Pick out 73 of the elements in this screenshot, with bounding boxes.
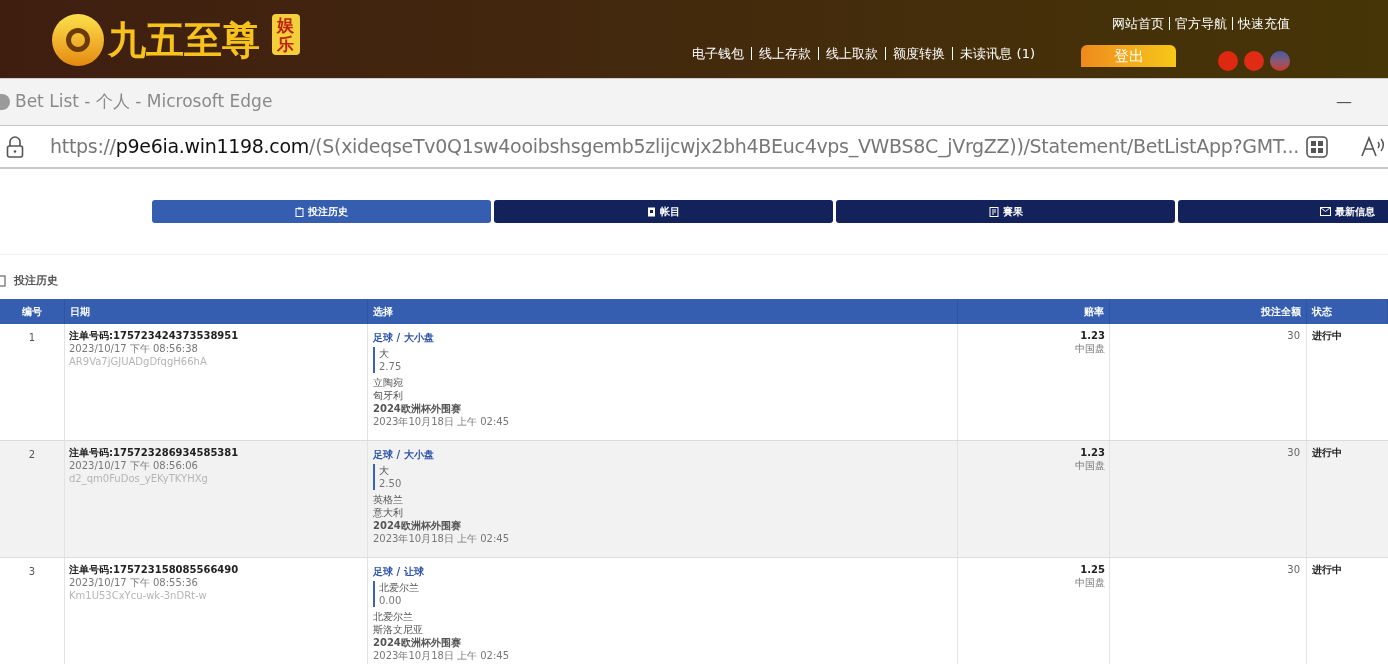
document-icon: [988, 206, 999, 217]
row-number: 3: [28, 566, 36, 577]
flag-icon[interactable]: [1244, 51, 1264, 71]
nav-link[interactable]: 线上存款: [759, 43, 812, 63]
bet-status: 进行中: [1312, 564, 1342, 575]
line-value: 0.00: [379, 594, 402, 607]
bet-status: 进行中: [1312, 330, 1342, 341]
bet-status: 进行中: [1312, 447, 1342, 458]
logo-badge: 娱乐: [272, 14, 300, 56]
stake-amount: 30: [1287, 563, 1300, 576]
minimize-button[interactable]: —: [1336, 90, 1352, 114]
stake-amount: 30: [1287, 446, 1300, 459]
match-time: 2023年10月18日 上午 02:45: [373, 649, 510, 662]
odds-value: 1.23: [1080, 329, 1105, 342]
app-grid-icon[interactable]: [1306, 135, 1328, 158]
home-team: 英格兰: [373, 493, 403, 506]
lock-icon: [6, 135, 24, 158]
league-name: 2024欧洲杯外围赛: [373, 402, 461, 415]
nav-link[interactable]: 额度转换: [893, 43, 946, 63]
book-icon: [647, 206, 656, 217]
nav-tab[interactable]: 投注历史: [152, 200, 491, 223]
away-team: 意大利: [373, 506, 403, 519]
odds-type: 中国盘: [1075, 459, 1105, 472]
header-link[interactable]: 官方导航: [1175, 14, 1227, 34]
odds-value: 1.23: [1080, 446, 1105, 459]
nav-tab[interactable]: 賽果: [836, 200, 1175, 223]
odds-type: 中国盘: [1075, 576, 1105, 589]
bet-datetime: 2023/10/17 下午 08:55:36: [69, 576, 198, 589]
away-team: 斯洛文尼亚: [373, 623, 423, 636]
market-label: 足球 / 大小盘: [373, 331, 434, 344]
line-value: 2.75: [379, 360, 402, 373]
league-name: 2024欧洲杯外围赛: [373, 636, 461, 649]
row-number: 1: [28, 332, 36, 343]
home-team: 立陶宛: [373, 376, 403, 389]
odds-type: 中国盘: [1075, 342, 1105, 355]
pick-text: 大: [379, 464, 389, 477]
nav-tab[interactable]: 最新信息: [1178, 200, 1388, 223]
stake-amount: 30: [1287, 329, 1300, 342]
row-number: 2: [28, 449, 36, 460]
logo-text: 九五至尊: [108, 21, 260, 59]
mail-icon: [1320, 207, 1331, 216]
bet-datetime: 2023/10/17 下午 08:56:38: [69, 342, 198, 355]
home-team: 北爱尔兰: [373, 610, 413, 623]
line-value: 2.50: [379, 477, 402, 490]
ticket-number: 注单号码:175723158085566490: [69, 563, 239, 576]
pick-text: 大: [379, 347, 389, 360]
header-link[interactable]: 快速充值: [1238, 14, 1290, 34]
window-title: Bet List - 个人 - Microsoft Edge: [15, 90, 273, 114]
nav-link[interactable]: 未读讯息 (1): [960, 43, 1035, 63]
section-title: 投注历史: [14, 272, 58, 289]
odds-value: 1.25: [1080, 563, 1105, 576]
header-link[interactable]: 网站首页: [1112, 14, 1164, 34]
read-aloud-icon[interactable]: [1360, 135, 1386, 158]
bet-reference: d2_qm0FuDos_yEKyTKYHXg: [69, 472, 208, 485]
pick-text: 北爱尔兰: [379, 581, 419, 594]
league-name: 2024欧洲杯外围赛: [373, 519, 461, 532]
logo-emblem-icon: [52, 14, 104, 66]
away-team: 匈牙利: [373, 389, 403, 402]
bet-reference: AR9Va7jGJUADgDfqgH66hA: [69, 355, 207, 368]
match-time: 2023年10月18日 上午 02:45: [373, 532, 510, 545]
bet-reference: Km1U53CxYcu-wk-3nDRt-w: [69, 589, 207, 602]
nav-tab[interactable]: 帐目: [494, 200, 833, 223]
ticket-number: 注单号码:175723286934585381: [69, 446, 239, 459]
ticket-number: 注单号码:175723424373538951: [69, 329, 239, 342]
bet-datetime: 2023/10/17 下午 08:56:06: [69, 459, 198, 472]
match-time: 2023年10月18日 上午 02:45: [373, 415, 510, 428]
flag-icon[interactable]: [1270, 51, 1290, 71]
market-label: 足球 / 让球: [373, 565, 424, 578]
flag-icon[interactable]: [1218, 51, 1238, 71]
nav-link[interactable]: 电子钱包: [692, 43, 745, 63]
nav-link[interactable]: 线上取款: [826, 43, 879, 63]
market-label: 足球 / 大小盘: [373, 448, 434, 461]
url-field[interactable]: https://p9e6ia.win1198.com/(S(xideqseTv0Q1sw4ooibshsgemb5zlijcwjx2bh4BEuc4vps_VWBS8C_jVrgZZ))/Statement/BetListApp?GMT...: [50, 132, 1300, 161]
